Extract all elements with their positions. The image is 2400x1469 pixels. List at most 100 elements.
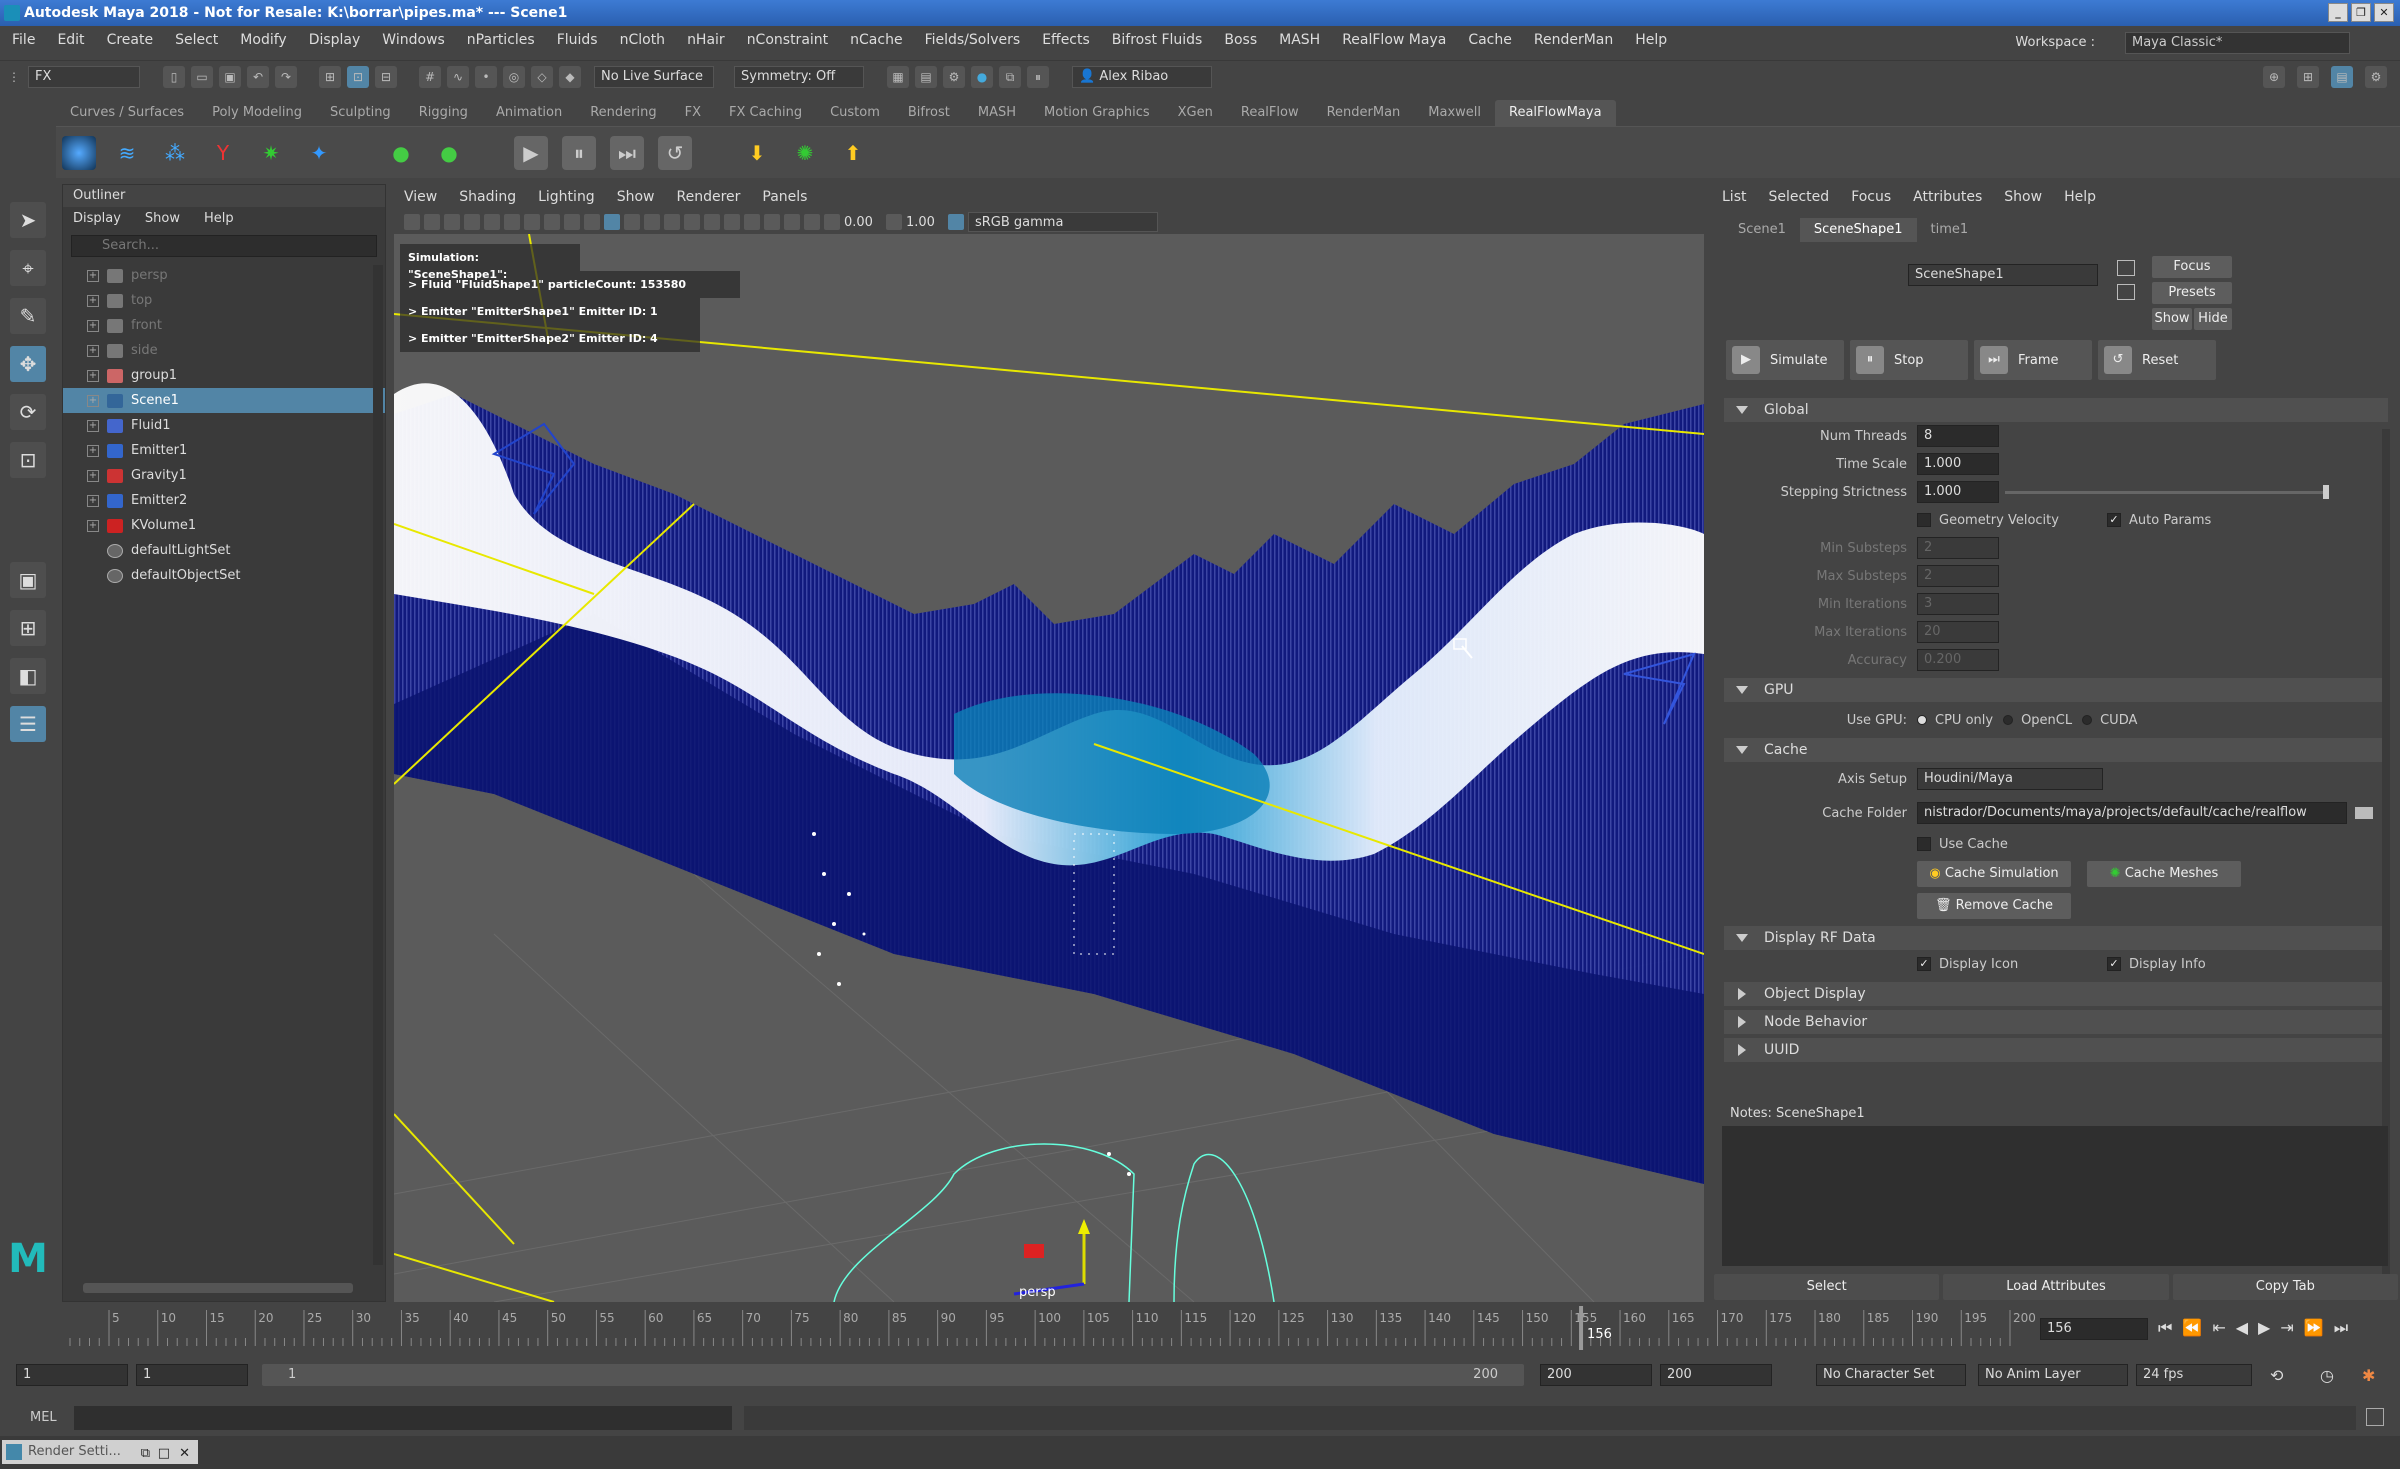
colorspace-dropdown[interactable]: sRGB gamma [968,212,1158,232]
fps-dropdown[interactable]: 24 fps [2136,1364,2252,1386]
step-forward-key-icon[interactable]: ⏩ [2304,1318,2324,1338]
attr-tab-sceneshape1[interactable]: SceneShape1 [1799,218,1917,242]
outliner-item-gravity1[interactable]: + Gravity1 [63,463,385,488]
attr-menu-show[interactable]: Show [2004,184,2042,210]
camera-select-icon[interactable] [404,214,420,230]
menu-fluids[interactable]: Fluids [557,26,598,54]
menu-set-dropdown[interactable]: FX [28,65,140,88]
scale-tool-icon[interactable]: ⊡ [10,442,46,478]
menu-create[interactable]: Create [107,26,154,54]
expand-icon[interactable]: + [87,344,99,357]
expand-icon[interactable]: + [87,369,99,382]
xray-joints-icon[interactable] [804,214,820,230]
cuda-radio[interactable] [2082,715,2093,725]
close-small-icon[interactable]: ✕ [179,1442,190,1466]
load-attributes-button[interactable]: Load Attributes [1943,1274,2169,1300]
expand-icon[interactable]: + [87,469,99,482]
rf-play-icon[interactable]: ▶ [514,135,548,170]
menu-ncache[interactable]: nCache [850,26,902,54]
viewport-menu-show[interactable]: Show [617,184,655,210]
section-cache[interactable]: Cache [1724,738,2388,762]
menu-realflow-maya[interactable]: RealFlow Maya [1342,26,1446,54]
go-to-start-icon[interactable]: ⏮ [2158,1318,2172,1338]
anim-prefs-icon[interactable]: ✱ [2362,1366,2375,1385]
start-time-field[interactable]: 1 [16,1364,128,1386]
single-view-icon[interactable]: ▣ [10,562,46,598]
gamma-icon[interactable] [886,214,902,230]
step-back-frame-icon[interactable]: ⇤ [2212,1318,2225,1338]
tool-settings-icon[interactable]: ⚙ [2365,66,2387,88]
rf-kill-icon[interactable]: ✦ [302,136,336,170]
select-component-icon[interactable]: ⊟ [375,65,397,88]
viewport-menu-renderer[interactable]: Renderer [676,184,740,210]
four-view-icon[interactable]: ⊞ [10,610,46,646]
frame-button[interactable]: ⏭ Frame [1974,340,2092,380]
remove-cache-button[interactable]: 🗑 Remove Cache [1917,893,2071,919]
hypershade-icon[interactable]: ● [971,65,993,88]
attribute-editor-toggle-icon[interactable]: ▤ [2331,66,2353,88]
outliner-layout-icon[interactable]: ☰ [10,706,46,742]
expand-icon[interactable]: + [87,394,99,407]
anim-layer-dropdown[interactable]: No Anim Layer [1978,1364,2128,1386]
rf-sphere-green-icon[interactable]: ● [384,136,418,170]
make-live-icon[interactable]: ◆ [559,65,581,88]
playback-end-field[interactable]: 200 [1540,1364,1652,1386]
save-scene-icon[interactable]: ▣ [219,65,241,88]
gamma-value[interactable]: 1.00 [906,215,944,230]
reset-button[interactable]: ↺ Reset [2098,340,2216,380]
simulate-button[interactable]: ▶ Simulate [1726,340,1844,380]
motion-blur-icon[interactable] [724,214,740,230]
node-name-field[interactable]: SceneShape1 [1908,264,2098,286]
exposure-icon[interactable] [824,214,840,230]
expand-icon[interactable]: + [87,444,99,457]
axis-setup-dropdown[interactable]: Houdini/Maya [1917,768,2103,790]
focus-button[interactable]: Focus [2152,256,2232,278]
lights-icon[interactable] [664,214,680,230]
snap-surface-icon[interactable]: ◇ [531,65,553,88]
redo-icon[interactable]: ↷ [275,65,297,88]
command-input[interactable] [74,1406,732,1430]
outliner-item-front[interactable]: + front [63,313,385,338]
attr-menu-selected[interactable]: Selected [1768,184,1829,210]
section-object-display[interactable]: Object Display [1724,982,2388,1006]
time-slider[interactable]: 5 10 15 20 25 30 35 40 45 50 55 60 65 70 75 80 85 90 95 100… [0,1304,2400,1354]
menu-display[interactable]: Display [309,26,361,54]
display-icon-checkbox[interactable]: ✓ [1917,957,1931,971]
shelf-tab-fx[interactable]: FX [671,100,715,126]
symmetry-dropdown[interactable]: Symmetry: Off [734,65,864,88]
shelf-tab-fx-caching[interactable]: FX Caching [715,100,816,126]
outliner-scrollbar[interactable] [373,265,383,1265]
maximize-small-icon[interactable]: □ [158,1442,170,1466]
side-by-side-icon[interactable]: ◧ [10,658,46,694]
move-tool-icon[interactable]: ✥ [10,346,46,382]
loop-icon[interactable]: ⟲ [2270,1366,2283,1385]
shelf-tab-sculpting[interactable]: Sculpting [316,100,405,126]
rf-scene-icon[interactable] [62,135,96,170]
snap-view-icon[interactable]: ◎ [503,65,525,88]
shelf-tab-rigging[interactable]: Rigging [405,100,482,126]
section-gpu[interactable]: GPU [1724,678,2388,702]
snap-grid-icon[interactable]: # [419,65,441,88]
menu-mash[interactable]: MASH [1279,26,1320,54]
shelf-tab-xgen[interactable]: XGen [1164,100,1227,126]
open-scene-icon[interactable]: ▭ [191,65,213,88]
focus-icon[interactable] [2117,260,2135,276]
shelf-tab-poly-modeling[interactable]: Poly Modeling [198,100,316,126]
safe-action-icon[interactable] [584,214,600,230]
render-frame-icon[interactable]: ▦ [887,65,909,88]
menu-file[interactable]: File [12,26,35,54]
auto-key-icon[interactable]: ◷ [2320,1366,2334,1385]
restore-icon[interactable]: ⧉ [141,1442,150,1466]
cache-meshes-button[interactable]: ✺ Cache Meshes [2087,861,2241,887]
rotate-tool-icon[interactable]: ⟳ [10,394,46,430]
expand-icon[interactable]: + [87,269,99,282]
attr-menu-focus[interactable]: Focus [1851,184,1891,210]
playback-start-field[interactable]: 1 [136,1364,248,1386]
time-scale-field[interactable]: 1.000 [1917,453,1999,475]
attr-tab-scene1[interactable]: Scene1 [1724,218,1800,242]
section-display-rf[interactable]: Display RF Data [1724,926,2388,950]
num-threads-field[interactable]: 8 [1917,425,1999,447]
shelf-tab-bifrost[interactable]: Bifrost [894,100,964,126]
menu-modify[interactable]: Modify [240,26,286,54]
color-management-icon[interactable] [948,214,964,230]
